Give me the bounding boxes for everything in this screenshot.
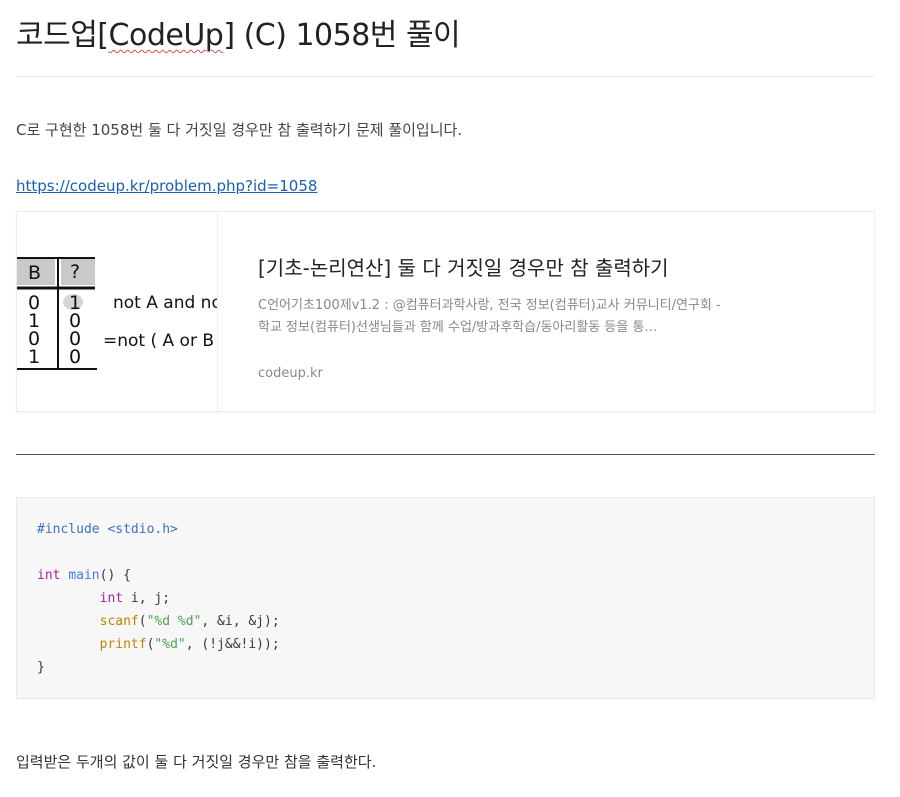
thumbnail-text-line1: not A and no <box>113 293 217 313</box>
title-divider <box>16 76 875 77</box>
truth-table-sketch: B ? 0 1 1 0 0 0 1 0 not A and no =not ( … <box>17 257 217 370</box>
table-cell: 0 <box>69 346 81 368</box>
intro-paragraph: C로 구현한 1058번 둘 다 거짓일 경우만 참 출력하기 문제 풀이입니다… <box>16 121 463 139</box>
table-header-b: B <box>28 262 41 284</box>
code-string: "%d %d" <box>146 614 202 629</box>
link-preview-title: [기초-논리연산] 둘 다 거짓일 경우만 참 출력하기 <box>258 256 669 280</box>
code-punctuation: ( <box>138 614 147 629</box>
link-preview-description: C언어기초100제v1.2 : @컴퓨터과학사랑, 전국 정보(컴퓨터)교사 커… <box>258 298 721 335</box>
link-preview-host: codeup.kr <box>258 366 323 381</box>
horizontal-rule <box>16 454 875 455</box>
title-prefix: 코드업[ <box>16 18 109 53</box>
title-misspelled-word: CodeUp <box>108 18 224 53</box>
code-arguments: , (!j&&!i)); <box>185 637 280 652</box>
title-suffix: ] (C) 1058번 풀이 <box>223 18 461 53</box>
problem-link[interactable]: https://codeup.kr/problem.php?id=1058 <box>16 177 317 195</box>
table-header-q: ? <box>70 261 80 283</box>
code-punctuation: () { <box>99 568 131 583</box>
thumbnail-text-line2: =not ( A or B <box>103 331 214 351</box>
code-content: #include <stdio.h> int main() { int i, j… <box>37 518 280 679</box>
outro-paragraph: 입력받은 두개의 값이 둘 다 거짓일 경우만 참을 출력한다. <box>16 753 377 771</box>
code-function-name: main <box>68 568 100 583</box>
code-string: "%d" <box>154 637 186 652</box>
code-builtin: scanf <box>99 614 139 629</box>
code-arguments: , &i, &j); <box>201 614 280 629</box>
code-include: #include <stdio.h> <box>37 522 178 537</box>
code-close-brace: } <box>37 660 45 675</box>
code-declaration: i, j; <box>123 591 171 606</box>
code-keyword: int <box>99 591 124 606</box>
page-title: 코드업[CodeUp] (C) 1058번 풀이 <box>16 10 461 54</box>
code-block: #include <stdio.h> int main() { int i, j… <box>16 497 875 699</box>
link-preview-card[interactable]: B ? 0 1 1 0 0 0 1 0 not A and no =not ( … <box>16 211 875 412</box>
link-preview-thumbnail: B ? 0 1 1 0 0 0 1 0 not A and no =not ( … <box>17 212 218 411</box>
table-cell: 1 <box>28 346 40 368</box>
code-keyword: int <box>37 568 61 583</box>
code-builtin: printf <box>99 637 147 652</box>
